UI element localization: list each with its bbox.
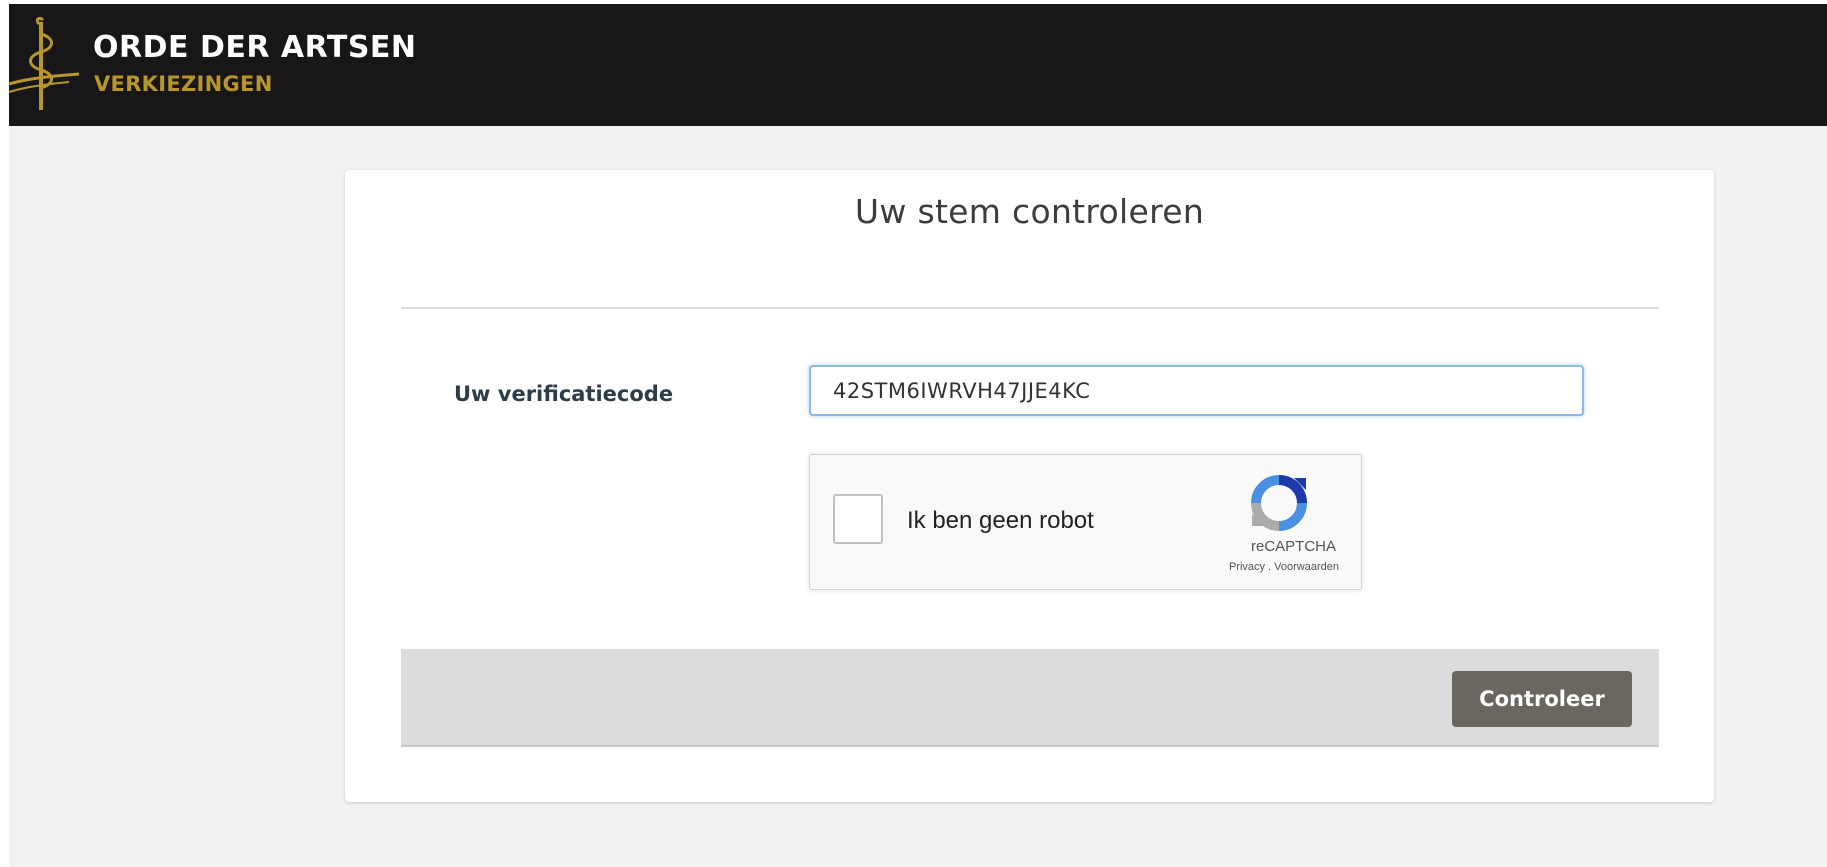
form-footer: Controleer [401, 649, 1659, 747]
caduceus-icon [9, 16, 79, 110]
recaptcha-checkbox[interactable] [833, 494, 883, 544]
verification-card: Uw stem controleren Uw verificatiecode I… [345, 170, 1714, 802]
recaptcha-brand: reCAPTCHA [1250, 538, 1336, 555]
recaptcha-icon [1251, 475, 1307, 531]
controleer-button[interactable]: Controleer [1452, 671, 1632, 727]
divider [401, 307, 1659, 309]
brand-title: ORDE DER ARTSEN [93, 30, 417, 65]
recaptcha-widget: Ik ben geen robot reCAPTCHA Privacy . Vo… [809, 454, 1362, 590]
page-title: Uw stem controleren [854, 192, 1205, 231]
brand-subtitle: VERKIEZINGEN [94, 72, 273, 96]
recaptcha-label: Ik ben geen robot [907, 507, 1094, 534]
recaptcha-links[interactable]: Privacy . Voorwaarden [1229, 561, 1339, 573]
page: ORDE DER ARTSEN VERKIEZINGEN Uw stem con… [9, 4, 1827, 867]
header-bar: ORDE DER ARTSEN VERKIEZINGEN [9, 4, 1827, 126]
verification-code-label: Uw verificatiecode [454, 382, 674, 406]
verification-code-input[interactable] [809, 365, 1584, 416]
